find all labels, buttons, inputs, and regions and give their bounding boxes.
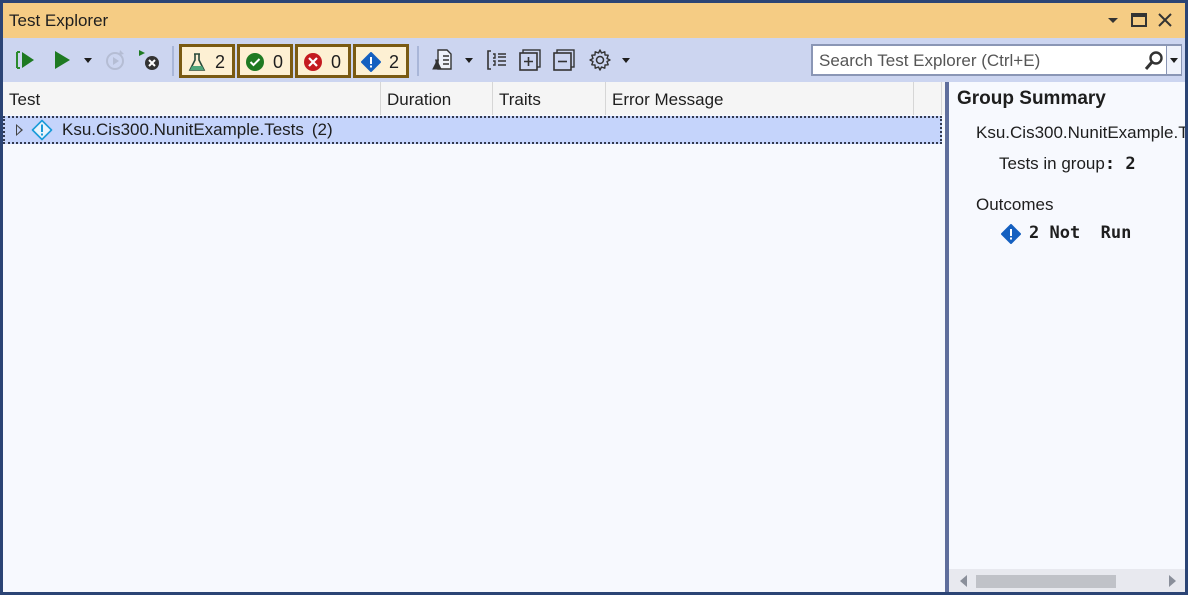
- playlist-dropdown-icon[interactable]: [465, 58, 473, 63]
- column-header-traits[interactable]: Traits: [493, 82, 606, 115]
- play-icon[interactable]: [50, 48, 74, 72]
- close-icon[interactable]: [1155, 10, 1175, 30]
- total-tests-badge[interactable]: 2: [179, 44, 235, 78]
- window-dropdown-icon[interactable]: [1103, 10, 1123, 30]
- group-summary-panel: Group Summary Ksu.Cis300.NunitExample.Te…: [949, 82, 1185, 592]
- cancel-run-icon[interactable]: [137, 48, 161, 72]
- total-tests-count: 2: [215, 52, 226, 72]
- toolbar-separator: [172, 46, 174, 76]
- maximize-icon[interactable]: [1129, 10, 1149, 30]
- not-run-tests-count: 2: [389, 52, 400, 72]
- outcome-text: 2 Not Run: [1029, 223, 1132, 243]
- expand-all-icon[interactable]: [518, 48, 542, 72]
- tests-in-group-label: Tests in group: [999, 154, 1105, 173]
- expand-arrow-icon[interactable]: [16, 124, 23, 136]
- column-header-test[interactable]: Test: [3, 82, 381, 115]
- outcomes-heading: Outcomes: [976, 195, 1054, 214]
- settings-dropdown-icon[interactable]: [622, 58, 630, 63]
- column-header-duration[interactable]: Duration: [381, 82, 493, 115]
- column-header-filler: [914, 82, 942, 115]
- test-group-count: (2): [311, 120, 333, 139]
- group-summary-heading: Group Summary: [957, 88, 1106, 109]
- test-group-label: Ksu.Cis300.NunitExample.Tests (2): [62, 120, 333, 140]
- x-circle-icon: [304, 53, 322, 71]
- passed-tests-badge[interactable]: 0: [237, 44, 293, 78]
- flask-icon: [188, 53, 206, 71]
- search-icon[interactable]: [1143, 50, 1165, 72]
- failed-tests-badge[interactable]: 0: [295, 44, 351, 78]
- window-title: Test Explorer: [9, 11, 109, 30]
- test-grid: Test Duration Traits Error Message Ksu.C…: [3, 82, 945, 592]
- test-explorer-window: Test Explorer 2 0 0 2 Search Test Explor…: [3, 3, 1185, 592]
- table-row[interactable]: Ksu.Cis300.NunitExample.Tests (2): [3, 116, 942, 144]
- repeat-icon: [106, 50, 124, 70]
- search-options-dropdown[interactable]: [1166, 46, 1181, 74]
- info-diamond-icon: [1001, 224, 1021, 244]
- grid-header: Test Duration Traits Error Message: [3, 82, 945, 115]
- group-name: Ksu.Cis300.NunitExample.Tests: [976, 123, 1185, 142]
- title-bar: Test Explorer: [3, 3, 1185, 38]
- scroll-left-icon[interactable]: [960, 575, 967, 587]
- failed-tests-count: 0: [331, 52, 342, 72]
- passed-tests-count: 0: [273, 52, 284, 72]
- scrollbar-thumb[interactable]: [976, 575, 1116, 588]
- search-input[interactable]: [817, 49, 1141, 73]
- column-header-error-message[interactable]: Error Message: [606, 82, 914, 115]
- test-group-name: Ksu.Cis300.NunitExample.Tests: [62, 120, 304, 139]
- gear-icon[interactable]: [588, 48, 612, 72]
- run-dropdown-icon[interactable]: [84, 58, 92, 63]
- not-run-tests-badge[interactable]: 2: [353, 44, 409, 78]
- toolbar-separator: [417, 46, 419, 76]
- tests-in-group-value: : 2: [1104, 154, 1136, 174]
- search-box: [811, 44, 1182, 76]
- tests-in-group: Tests in group: 2: [999, 154, 1136, 174]
- check-circle-icon: [246, 53, 264, 71]
- not-run-status-icon: [31, 119, 53, 141]
- group-by-icon[interactable]: [485, 48, 509, 72]
- run-all-icon[interactable]: [13, 48, 37, 72]
- playlist-icon[interactable]: [431, 48, 455, 72]
- info-diamond-icon: [361, 52, 381, 72]
- horizontal-scrollbar[interactable]: [949, 569, 1185, 592]
- toolbar: 2 0 0 2: [3, 38, 1185, 82]
- scroll-right-icon[interactable]: [1169, 575, 1176, 587]
- collapse-all-icon[interactable]: [552, 48, 576, 72]
